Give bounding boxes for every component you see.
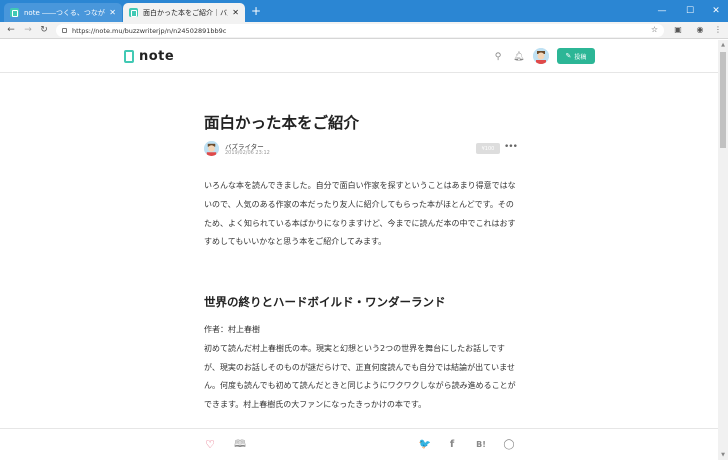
user-avatar[interactable]: [533, 48, 549, 64]
line-share-icon[interactable]: ◯: [502, 438, 516, 452]
more-options-icon[interactable]: •••: [504, 142, 518, 152]
note-favicon-icon: [10, 8, 19, 17]
close-window-button[interactable]: ✕: [702, 0, 728, 22]
hatena-bookmark-icon[interactable]: B!: [474, 438, 488, 452]
book-description: 初めて読んだ村上春樹氏の本。現実と幻想という2つの世界を舞台にしたお話しですが、…: [204, 343, 516, 410]
notification-bell-icon[interactable]: 🔔︎: [513, 52, 524, 62]
book-author-line: 作者：村上春樹: [204, 325, 260, 334]
section-body: 作者：村上春樹 初めて読んだ村上春樹氏の本。現実と幻想という2つの世界を舞台にし…: [204, 321, 516, 415]
tab-article[interactable]: 面白かった本をご紹介｜バズライター ✕: [123, 3, 245, 22]
price-button[interactable]: ¥100: [476, 143, 500, 154]
search-icon[interactable]: ⚲: [493, 52, 503, 62]
like-heart-icon[interactable]: ♡: [203, 438, 217, 452]
tab-close-icon[interactable]: ✕: [232, 8, 239, 17]
scroll-up-arrow-icon[interactable]: ▲: [718, 40, 728, 50]
bottom-action-bar: ♡ 🕮 🐦 f B! ◯: [0, 428, 718, 460]
address-bar[interactable]: https://note.mu/buzzwriterjp/n/n24502891…: [56, 24, 664, 37]
back-arrow-icon[interactable]: ←: [5, 24, 17, 36]
site-header: note ⚲ 🔔︎ ✎ 投稿: [0, 40, 718, 73]
note-logo-icon: [124, 50, 134, 63]
note-logo[interactable]: note: [124, 49, 174, 64]
pencil-icon: ✎: [565, 52, 572, 60]
facebook-share-icon[interactable]: f: [445, 438, 459, 452]
page-scrollbar[interactable]: ▲ ▼: [718, 40, 728, 460]
forward-arrow-icon[interactable]: →: [22, 24, 34, 36]
extension-icon[interactable]: ▣: [672, 24, 684, 36]
avatar-person-icon: [204, 141, 219, 156]
tab-close-icon[interactable]: ✕: [109, 8, 116, 17]
maximize-button[interactable]: ☐: [676, 0, 704, 22]
avatar-person-icon: [533, 48, 549, 64]
tab-title: 面白かった本をご紹介｜バズライター: [143, 8, 228, 17]
post-button[interactable]: ✎ 投稿: [557, 48, 595, 64]
logo-text: note: [139, 49, 175, 64]
author-avatar[interactable]: [204, 141, 219, 156]
article-title: 面白かった本をご紹介: [204, 114, 360, 132]
author-row: バズライター 2019/02/06 23:12 ¥100 •••: [204, 141, 518, 159]
tab-title: note ――つくる、つながる、とどける。: [24, 8, 105, 17]
tab-note-home[interactable]: note ――つくる、つながる、とどける。 ✕: [4, 3, 122, 22]
scrollbar-thumb[interactable]: [720, 52, 726, 148]
browser-titlebar: note ――つくる、つながる、とどける。 ✕ 面白かった本をご紹介｜バズライタ…: [0, 0, 728, 22]
magazine-add-icon[interactable]: 🕮: [233, 438, 247, 452]
browser-toolbar: ← → ↻ https://note.mu/buzzwriterjp/n/n24…: [0, 22, 728, 39]
post-date: 2019/02/06 23:12: [225, 150, 270, 156]
profile-icon[interactable]: ◉: [694, 24, 706, 36]
new-tab-button[interactable]: +: [249, 4, 263, 18]
reload-icon[interactable]: ↻: [38, 24, 50, 36]
intro-paragraph: いろんな本を読んできました。自分で面白い作家を探すということはあまり得意ではない…: [204, 181, 516, 247]
url-text: https://note.mu/buzzwriterjp/n/n24502891…: [72, 26, 227, 35]
lock-icon: [62, 28, 67, 33]
twitter-share-icon[interactable]: 🐦: [418, 438, 432, 452]
post-button-label: 投稿: [574, 53, 587, 61]
minimize-button[interactable]: —: [648, 0, 676, 22]
bookmark-star-icon[interactable]: ☆: [651, 25, 658, 34]
note-favicon-icon: [129, 8, 138, 17]
section-heading: 世界の終りとハードボイルド・ワンダーランド: [204, 295, 446, 309]
browser-menu-icon[interactable]: ⋮: [712, 24, 724, 36]
scroll-down-arrow-icon[interactable]: ▼: [718, 450, 728, 460]
